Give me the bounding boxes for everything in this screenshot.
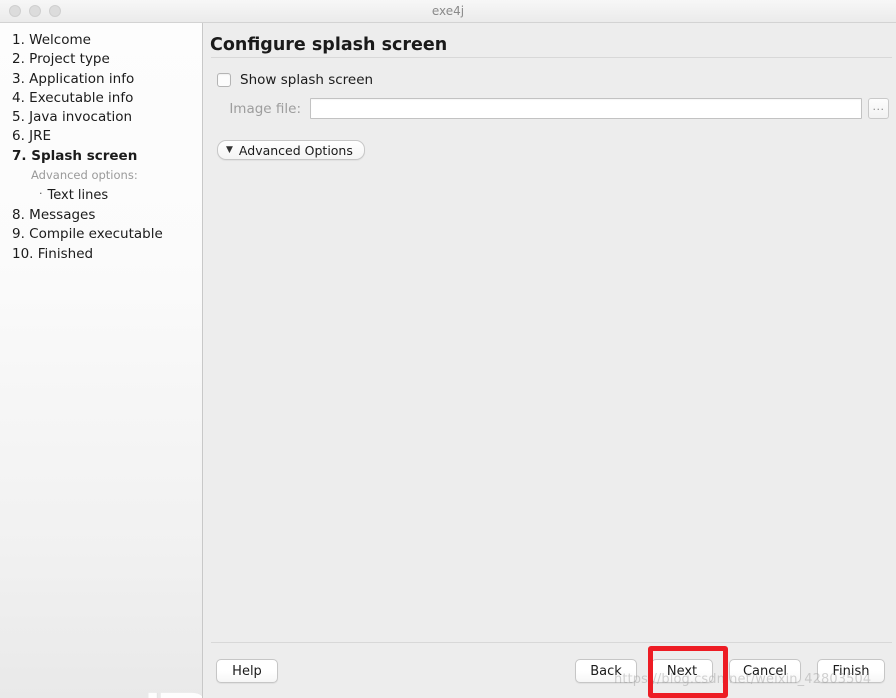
next-button[interactable]: Next bbox=[651, 659, 713, 683]
image-file-input[interactable] bbox=[310, 98, 862, 119]
finish-button[interactable]: Finish bbox=[817, 659, 885, 683]
page-title: Configure splash screen bbox=[210, 35, 448, 55]
window-title: exe4j bbox=[431, 3, 465, 18]
browse-image-file-button[interactable]: ... bbox=[868, 98, 889, 119]
back-button[interactable]: Back bbox=[575, 659, 637, 683]
sidebar-item-executable-info[interactable]: 4. Executable info bbox=[10, 89, 202, 108]
sidebar-item-application-info[interactable]: 3. Application info bbox=[10, 70, 202, 89]
sidebar-item-jre[interactable]: 6. JRE bbox=[10, 127, 202, 146]
help-button[interactable]: Help bbox=[216, 659, 278, 683]
wizard-footer: Help Back Next Cancel Finish bbox=[204, 643, 896, 698]
window-controls bbox=[9, 5, 61, 17]
header-divider bbox=[211, 57, 892, 58]
bullet-icon: · bbox=[39, 187, 43, 201]
sidebar-item-project-type[interactable]: 2. Project type bbox=[10, 50, 202, 69]
exe4j-wizard-window: exe4j 1. Welcome 2. Project type 3. Appl… bbox=[0, 0, 896, 698]
cancel-button[interactable]: Cancel bbox=[729, 659, 801, 683]
chevron-down-icon: ▼ bbox=[226, 144, 233, 155]
close-button[interactable] bbox=[9, 5, 21, 17]
image-file-row: Image file: ... bbox=[217, 98, 889, 119]
exe4j-logo-watermark: exe4j bbox=[138, 690, 202, 698]
show-splash-screen-label: Show splash screen bbox=[240, 72, 374, 88]
wizard-steps-sidebar: 1. Welcome 2. Project type 3. Applicatio… bbox=[0, 23, 203, 698]
wizard-step-list: 1. Welcome 2. Project type 3. Applicatio… bbox=[0, 23, 202, 264]
sidebar-item-label: Text lines bbox=[47, 188, 109, 204]
sidebar-item-java-invocation[interactable]: 5. Java invocation bbox=[10, 108, 202, 127]
image-file-label: Image file: bbox=[229, 100, 301, 117]
sidebar-item-compile-executable[interactable]: 9. Compile executable bbox=[10, 225, 202, 244]
minimize-button[interactable] bbox=[29, 5, 41, 17]
sidebar-item-text-lines[interactable]: · Text lines bbox=[10, 184, 202, 206]
advanced-options-label: Advanced Options bbox=[238, 142, 353, 158]
show-splash-screen-checkbox[interactable] bbox=[217, 73, 231, 87]
advanced-options-button[interactable]: ▼ Advanced Options bbox=[217, 140, 365, 160]
sidebar-item-messages[interactable]: 8. Messages bbox=[10, 206, 202, 225]
main-content-panel: Configure splash screen Show splash scre… bbox=[204, 23, 896, 698]
sidebar-item-splash-screen[interactable]: 7. Splash screen bbox=[10, 147, 202, 166]
show-splash-screen-row[interactable]: Show splash screen bbox=[217, 72, 373, 88]
zoom-button[interactable] bbox=[49, 5, 61, 17]
sidebar-advanced-options-heading: Advanced options: bbox=[31, 168, 138, 183]
sidebar-item-welcome[interactable]: 1. Welcome bbox=[10, 31, 202, 50]
window-titlebar: exe4j bbox=[0, 0, 896, 23]
sidebar-item-finished[interactable]: 10. Finished bbox=[10, 245, 202, 264]
